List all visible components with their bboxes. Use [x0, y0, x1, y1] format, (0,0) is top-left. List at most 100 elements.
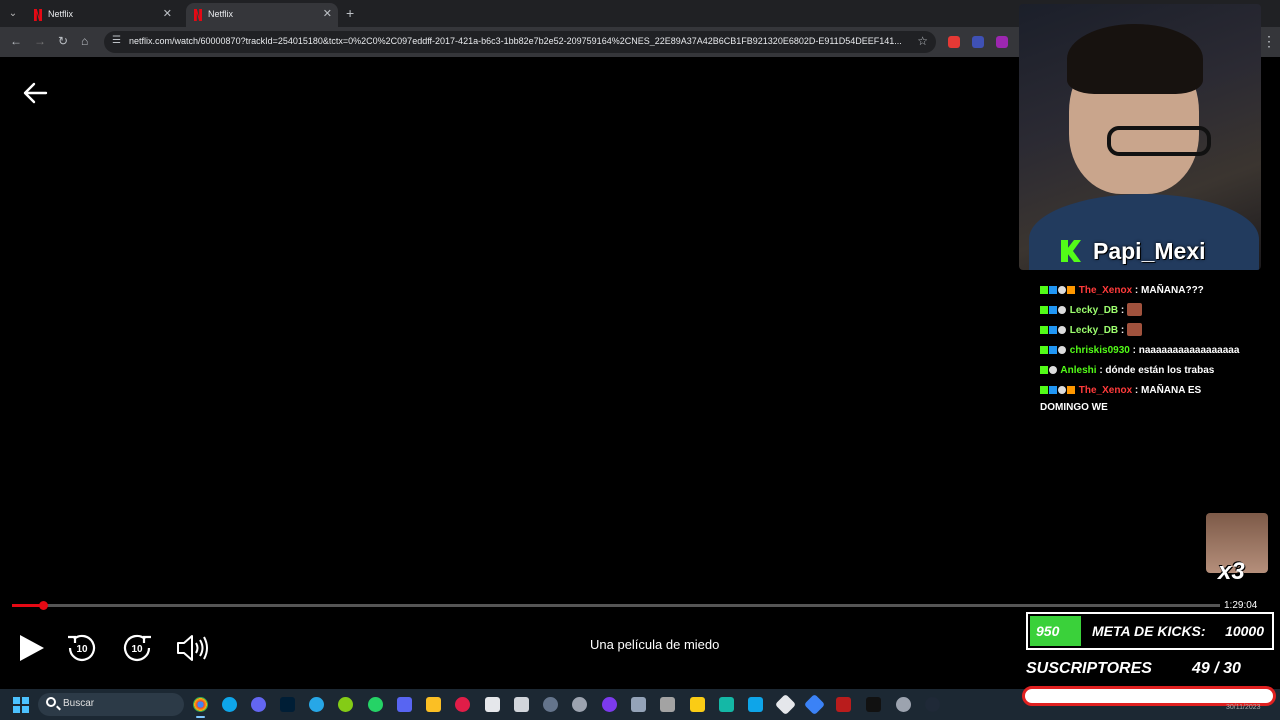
kick-goal-target: 10000 [1225, 623, 1264, 639]
valorant-icon[interactable] [836, 697, 851, 712]
netflix-favicon-icon [34, 9, 42, 21]
movie-title: Una película de miedo [590, 637, 720, 652]
subs-goal-label: SUSCRIPTORES [1026, 660, 1152, 677]
volume-icon[interactable] [175, 631, 209, 665]
chat-message: chriskis0930 : naaaaaaaaaaaaaaaaa [1040, 342, 1240, 359]
home-icon[interactable]: ⌂ [81, 34, 88, 48]
subs-goal-count: 49 / 30 [1192, 660, 1241, 677]
chat-message: Anleshi : dónde están los trabas [1040, 362, 1240, 379]
address-bar[interactable]: ☰ netflix.com/watch/60000870?trackId=254… [104, 31, 936, 53]
kick-goal-bar: 950 META DE KICKS: 10000 [1026, 612, 1274, 650]
back-icon[interactable]: ← [10, 34, 22, 48]
forward-icon[interactable]: → [34, 34, 46, 48]
tab-title: Netflix [48, 9, 74, 19]
app-slate-icon[interactable] [543, 697, 558, 712]
app-photo-icon[interactable] [631, 697, 646, 712]
app-gray-icon[interactable] [514, 697, 529, 712]
kick-goal-label: META DE KICKS: [1092, 623, 1206, 639]
app-blue-diamond-icon[interactable] [803, 693, 826, 716]
app-fish-icon[interactable] [748, 697, 763, 712]
tab-title: Netflix [208, 9, 234, 19]
extension-blue-icon[interactable] [972, 36, 984, 48]
svg-text:10: 10 [76, 644, 88, 655]
app-red-icon[interactable] [455, 697, 470, 712]
chat-username: The_Xenox [1078, 285, 1133, 296]
progress-scrubber[interactable] [39, 601, 49, 610]
chat-text: : naaaaaaaaaaaaaaaaa [1132, 345, 1240, 356]
tab-netflix-2[interactable]: Netflix ✕ [186, 3, 338, 27]
kick-goal-current: 950 [1036, 623, 1060, 639]
kick-badge-icon [1040, 286, 1048, 294]
app-teal-icon[interactable] [719, 697, 734, 712]
extension-red-icon[interactable] [948, 36, 960, 48]
chat-message: The_Xenox : MAÑANA ES DOMINGO WE [1040, 382, 1240, 416]
sub-badge-icon [1049, 286, 1057, 294]
streamer-name: Papi_Mexi [1093, 238, 1206, 264]
obs-icon[interactable] [572, 697, 587, 712]
search-label: Buscar [63, 698, 95, 709]
search-icon [46, 697, 56, 707]
play-icon[interactable] [14, 631, 48, 665]
extension-download-icon[interactable] [996, 36, 1008, 48]
mouse-badge-icon [1058, 286, 1066, 294]
logitech-icon[interactable] [925, 697, 940, 712]
site-info-icon[interactable]: ☰ [112, 35, 121, 46]
kick-badge-icon [1040, 366, 1048, 374]
vpn-icon[interactable] [251, 697, 266, 712]
tab-close-icon[interactable]: ✕ [163, 7, 172, 20]
url-text[interactable]: netflix.com/watch/60000870?trackId=25401… [129, 36, 907, 46]
whatsapp-icon[interactable] [368, 697, 383, 712]
app-tool-icon[interactable] [660, 697, 675, 712]
tray-date: 30/11/2023 [1226, 704, 1261, 711]
streamer-hair [1067, 24, 1203, 94]
app-purple-icon[interactable] [602, 697, 617, 712]
chat-text: : [1120, 325, 1125, 336]
settings-gear-icon[interactable] [896, 697, 911, 712]
chat-emote-icon [1127, 303, 1143, 316]
tab-close-icon[interactable]: ✕ [323, 7, 332, 20]
telegram-icon[interactable] [309, 697, 324, 712]
subs-goal-bar [1022, 686, 1276, 706]
chat-message: Lecky_DB : [1040, 302, 1240, 319]
chat-username: Lecky_DB [1069, 305, 1119, 316]
mouse-badge-icon [1049, 366, 1057, 374]
kick-badge-icon [1040, 326, 1048, 334]
reload-icon[interactable]: ↻ [58, 34, 68, 48]
sub-badge-icon [1049, 306, 1057, 314]
chat-message: Lecky_DB : [1040, 322, 1240, 339]
netflix-favicon-icon [194, 9, 202, 21]
taskbar-search[interactable]: Buscar [38, 693, 184, 716]
kick-badge-icon [1040, 346, 1048, 354]
windows-start-icon[interactable] [13, 697, 29, 713]
webcam-overlay: Papi_Mexi [1019, 4, 1261, 270]
chat-message: The_Xenox : MAÑANA??? [1040, 282, 1240, 299]
app-white-icon[interactable] [485, 697, 500, 712]
sticky-notes-icon[interactable] [690, 697, 705, 712]
edge-icon[interactable] [222, 697, 237, 712]
progress-bar[interactable] [12, 601, 1220, 610]
chat-text: : MAÑANA??? [1134, 285, 1204, 296]
chat-username: Lecky_DB [1069, 325, 1119, 336]
chrome-icon[interactable] [193, 697, 208, 718]
crown-badge-icon [1067, 386, 1075, 394]
app-diamond-icon[interactable] [774, 693, 797, 716]
app-green-icon[interactable] [338, 697, 353, 712]
kick-badge-icon [1040, 306, 1048, 314]
chat-username: chriskis0930 [1069, 345, 1130, 356]
file-explorer-icon[interactable] [426, 697, 441, 712]
forward-10-icon[interactable]: 10 [120, 631, 154, 665]
tab-netflix-1[interactable]: Netflix ✕ [26, 3, 178, 27]
discord-icon[interactable] [397, 697, 412, 712]
mouse-badge-icon [1058, 346, 1066, 354]
streamer-glasses [1107, 126, 1211, 156]
epic-games-icon[interactable] [866, 697, 881, 712]
time-remaining: 1:29:04 [1224, 600, 1258, 611]
back-arrow-icon[interactable] [22, 80, 48, 106]
photoshop-icon[interactable] [280, 697, 295, 712]
mouse-badge-icon [1058, 386, 1066, 394]
tab-search-button[interactable]: ⌄ [4, 5, 22, 23]
new-tab-button[interactable]: + [346, 5, 354, 21]
bookmark-star-icon[interactable]: ☆ [917, 34, 928, 48]
rewind-10-icon[interactable]: 10 [65, 631, 99, 665]
browser-menu-icon[interactable]: ⋮ [1262, 33, 1276, 50]
